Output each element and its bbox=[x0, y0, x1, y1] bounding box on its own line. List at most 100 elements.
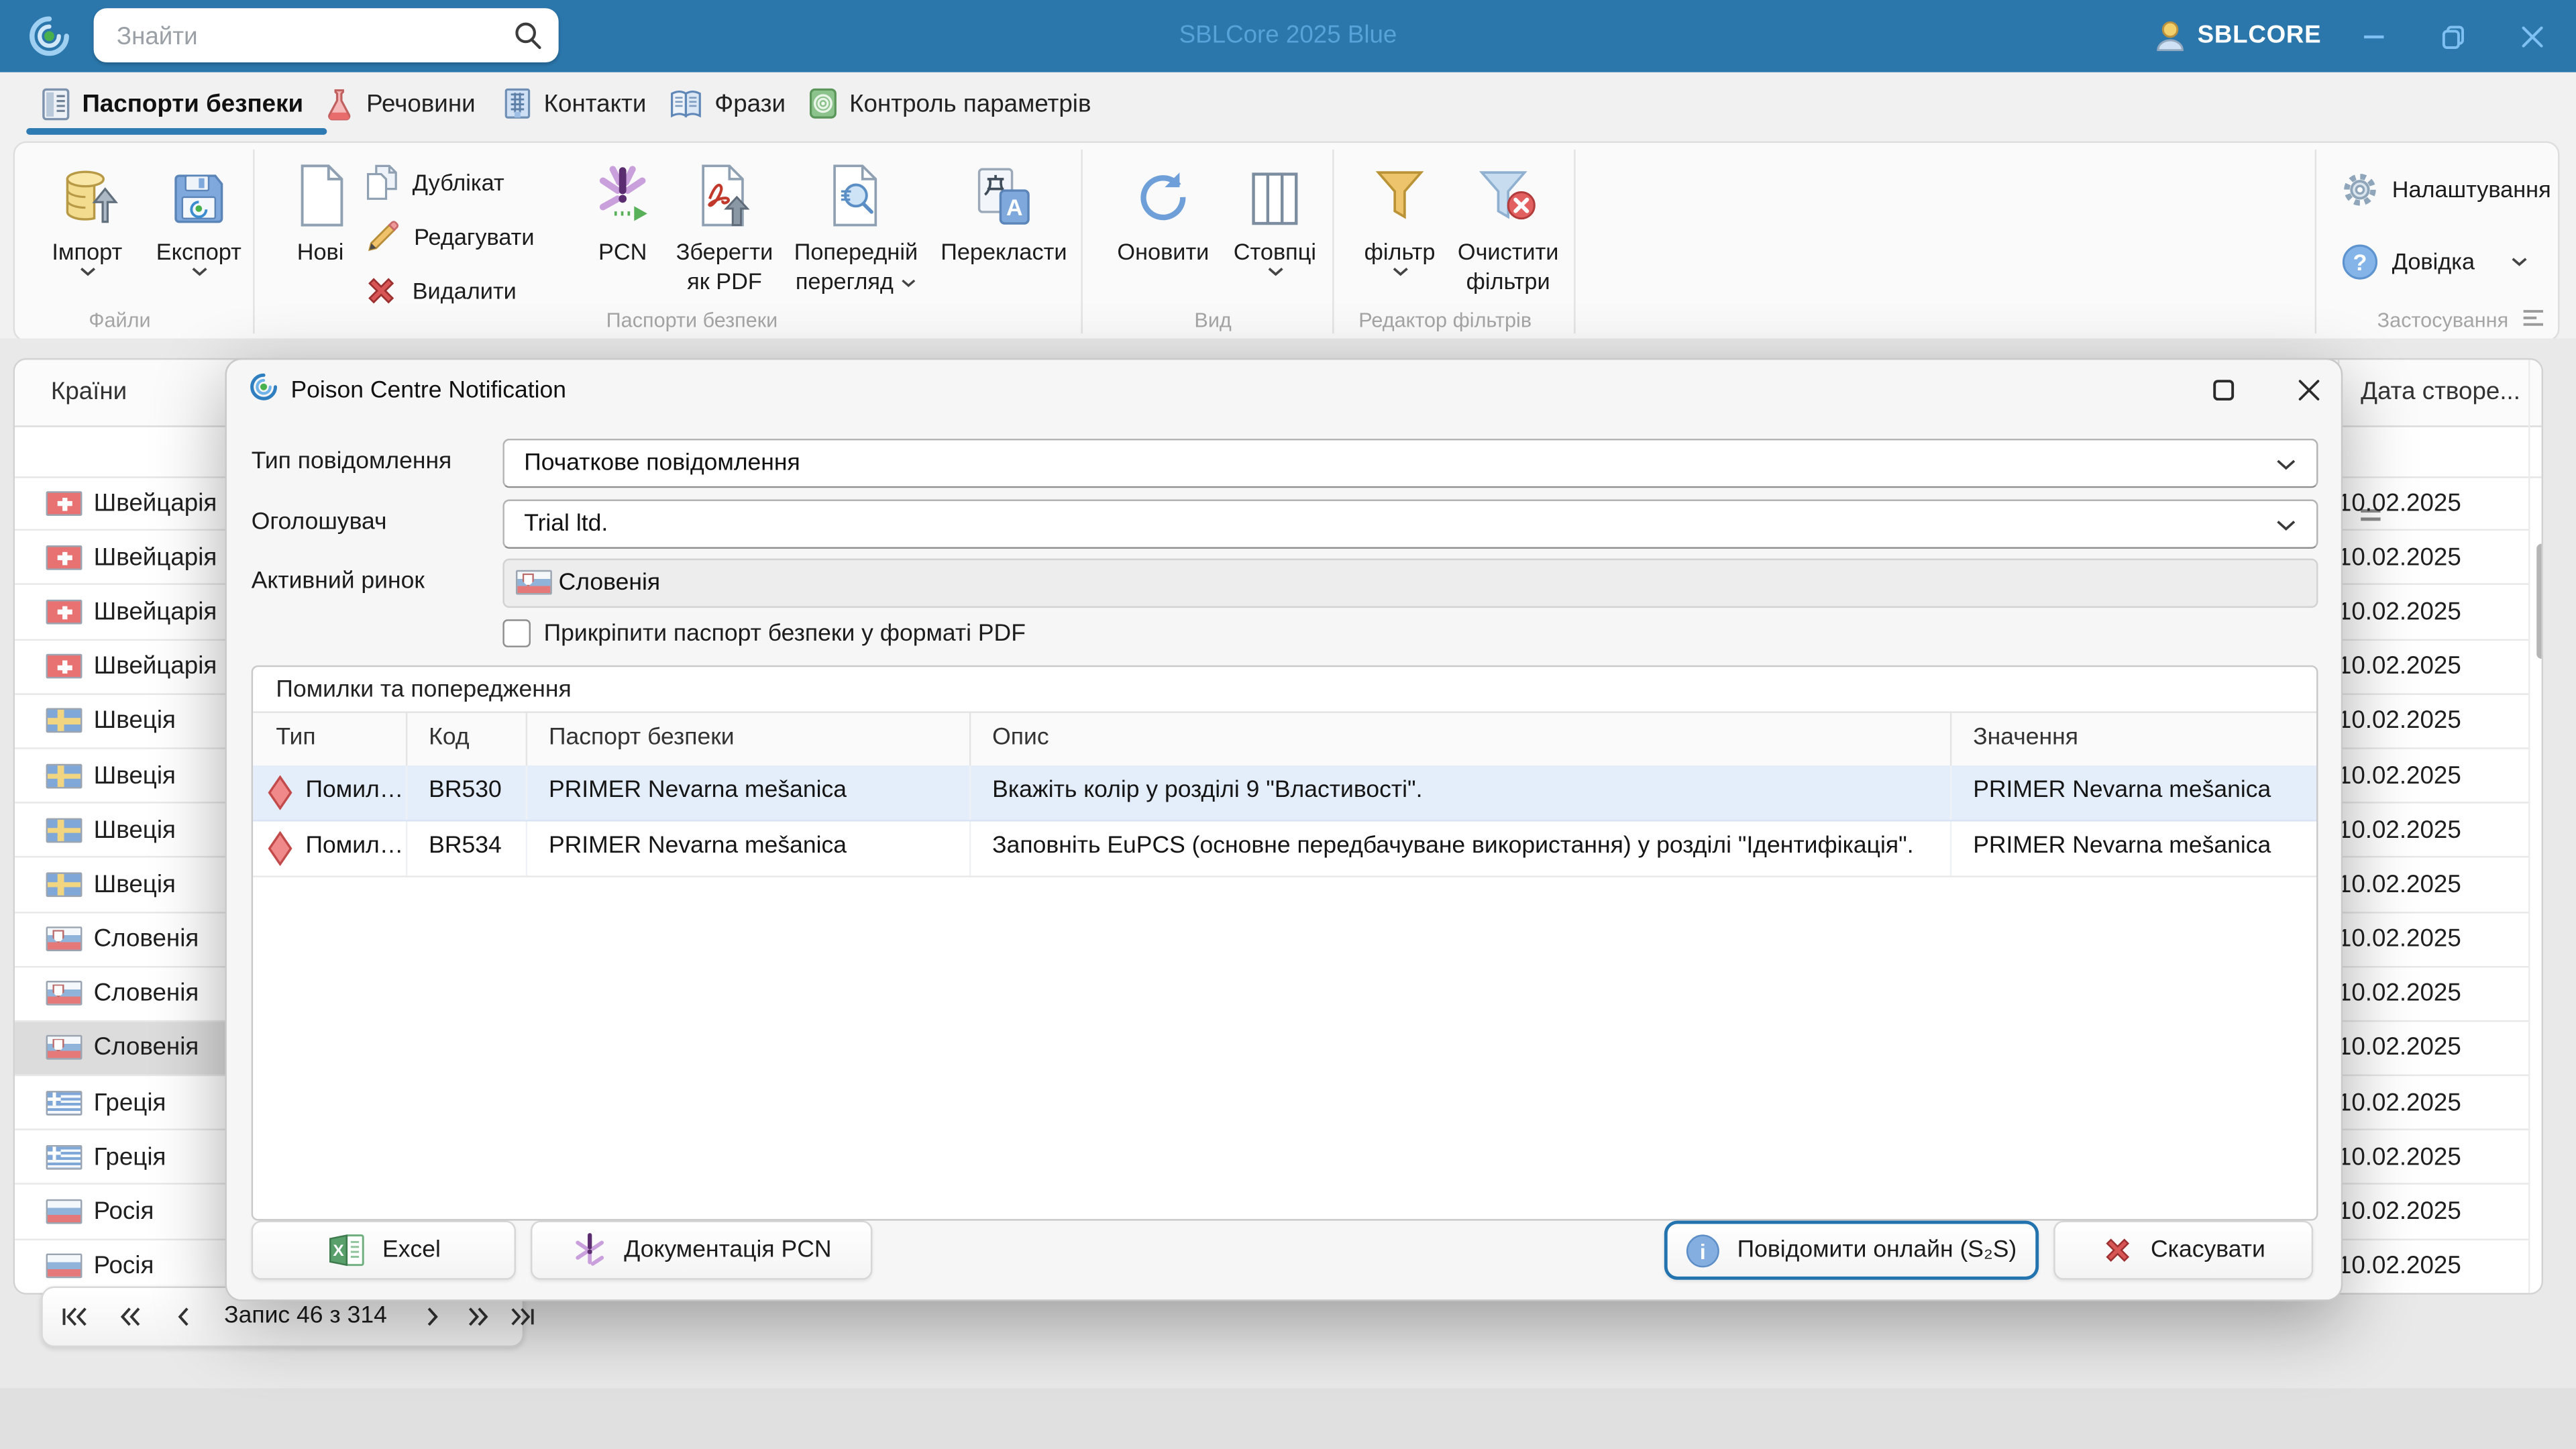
column-header-created-date[interactable]: Дата створе... bbox=[2361, 378, 2520, 406]
new-label: Нові bbox=[297, 238, 344, 265]
date-row[interactable]: 10.02.2025 bbox=[2337, 531, 2528, 586]
export-button[interactable]: Експорт bbox=[140, 153, 258, 311]
status-strip bbox=[0, 1388, 2576, 1449]
country-name: Росія bbox=[93, 1197, 154, 1226]
vertical-scrollbar[interactable] bbox=[2536, 543, 2542, 659]
settings-button[interactable]: Налаштування bbox=[2341, 169, 2551, 209]
user-avatar-icon[interactable] bbox=[2151, 16, 2190, 56]
info-icon: i bbox=[1686, 1233, 1721, 1267]
tab-label: Контроль параметрів bbox=[849, 89, 1091, 118]
duplicate-button[interactable]: Дублікат bbox=[363, 162, 504, 202]
date-row[interactable]: 10.02.2025 bbox=[2337, 640, 2528, 695]
pcn-documentation-button[interactable]: Документація PCN bbox=[531, 1220, 873, 1280]
help-button[interactable]: ? Довідка bbox=[2341, 241, 2529, 281]
active-market-field: Словенія bbox=[502, 558, 2318, 608]
date-row[interactable]: 10.02.2025 bbox=[2337, 1185, 2528, 1240]
help-label: Довідка bbox=[2392, 248, 2475, 274]
col-header-description[interactable]: Опис bbox=[992, 724, 1049, 751]
date-row[interactable]: 10.02.2025 bbox=[2337, 967, 2528, 1022]
date-row[interactable]: 10.02.2025 bbox=[2337, 858, 2528, 913]
date-row[interactable]: 10.02.2025 bbox=[2337, 1240, 2528, 1293]
notify-online-button[interactable]: i Повідомити онлайн (S₂S) bbox=[1664, 1220, 2039, 1280]
col-header-value[interactable]: Значення bbox=[1973, 724, 2078, 751]
col-header-type[interactable]: Тип bbox=[276, 724, 315, 751]
import-database-icon bbox=[56, 156, 118, 229]
col-header-sds[interactable]: Паспорт безпеки bbox=[549, 724, 735, 751]
pcn-dialog: Poison Centre Notification Тип повідомле… bbox=[225, 358, 2343, 1301]
tab-contacts[interactable]: Контакти bbox=[502, 72, 646, 135]
attach-pdf-checkbox[interactable] bbox=[502, 619, 531, 647]
error-sds: PRIMER Nevarna mešanica bbox=[548, 777, 847, 804]
date-value: 10.02.2025 bbox=[2337, 652, 2461, 681]
date-row[interactable]: 10.02.2025 bbox=[2337, 694, 2528, 749]
close-button[interactable] bbox=[2494, 0, 2570, 72]
date-row[interactable]: 10.02.2025 bbox=[2337, 804, 2528, 859]
date-row[interactable]: 10.02.2025 bbox=[2337, 476, 2528, 531]
tab-parameter-control[interactable]: Контроль параметрів bbox=[808, 72, 1091, 135]
date-row[interactable]: 10.02.2025 bbox=[2337, 749, 2528, 804]
tab-label: Паспорти безпеки bbox=[82, 89, 304, 118]
restore-button[interactable] bbox=[2415, 0, 2491, 72]
errors-rows: Помил… BR530 PRIMER Nevarna mešanica Вка… bbox=[253, 765, 2317, 877]
prev-page-button[interactable] bbox=[112, 1299, 148, 1332]
save-as-pdf-button[interactable]: Зберегти як PDF bbox=[665, 153, 784, 311]
country-name: Швейцарія bbox=[93, 488, 217, 517]
notifier-select[interactable]: Trial ltd. bbox=[502, 499, 2318, 549]
preview-button[interactable]: Попередній перегляд bbox=[794, 153, 918, 311]
date-value: 10.02.2025 bbox=[2337, 870, 2461, 899]
tab-phrases[interactable]: Фрази bbox=[669, 72, 786, 135]
date-row[interactable]: 10.02.2025 bbox=[2337, 1131, 2528, 1185]
date-row[interactable]: 10.02.2025 bbox=[2337, 1076, 2528, 1131]
next-record-button[interactable] bbox=[414, 1299, 450, 1332]
record-counter: Запис 46 з 314 bbox=[224, 1303, 387, 1330]
cancel-button[interactable]: Скасувати bbox=[2053, 1220, 2314, 1280]
errors-warnings-box: Помилки та попередження Тип Код Паспорт … bbox=[251, 665, 2318, 1221]
error-row[interactable]: Помил… BR534 PRIMER Nevarna mešanica Зап… bbox=[253, 821, 2317, 877]
group-options-icon[interactable] bbox=[2522, 309, 2544, 327]
chevron-down-icon bbox=[1267, 268, 1283, 276]
clear-filters-label: Очистити фільтри bbox=[1457, 238, 1559, 294]
tab-substances[interactable]: Речовини bbox=[323, 72, 476, 135]
country-name: Словенія bbox=[93, 925, 199, 953]
pcn-documentation-label: Документація PCN bbox=[624, 1237, 832, 1264]
country-name: Швейцарія bbox=[93, 652, 217, 681]
excel-button[interactable]: X Excel bbox=[251, 1220, 516, 1280]
translate-button[interactable]: A Перекласти bbox=[941, 153, 1067, 311]
target-icon bbox=[809, 88, 837, 119]
country-flag-icon bbox=[46, 981, 83, 1006]
date-row[interactable]: 10.02.2025 bbox=[2337, 1022, 2528, 1077]
pcn-button[interactable]: PCN bbox=[564, 153, 682, 311]
filter-button[interactable]: фільтр bbox=[1340, 153, 1458, 311]
country-flag-icon bbox=[46, 1090, 83, 1116]
error-type: Помил… bbox=[305, 777, 404, 804]
date-row[interactable]: 10.02.2025 bbox=[2337, 912, 2528, 967]
refresh-button[interactable]: Оновити bbox=[1104, 153, 1222, 311]
minimize-button[interactable] bbox=[2336, 0, 2412, 72]
dialog-close-button[interactable] bbox=[2284, 368, 2332, 411]
country-name: Греція bbox=[93, 1088, 166, 1117]
clear-filters-button[interactable]: Очистити фільтри bbox=[1449, 153, 1567, 311]
logged-in-user[interactable]: SBLCORE bbox=[2198, 21, 2322, 50]
chevron-down-icon bbox=[901, 279, 915, 288]
attach-pdf-label: Прикріпити паспорт безпеки у форматі PDF bbox=[543, 621, 1026, 647]
import-button[interactable]: Імпорт bbox=[28, 153, 146, 311]
date-row[interactable]: 10.02.2025 bbox=[2337, 586, 2528, 641]
col-header-code[interactable]: Код bbox=[429, 724, 469, 751]
dialog-title: Poison Centre Notification bbox=[290, 378, 567, 405]
first-record-button[interactable] bbox=[56, 1299, 92, 1332]
export-label: Експорт bbox=[156, 238, 241, 265]
error-description: Вкажіть колір у розділі 9 "Властивості". bbox=[992, 777, 1423, 804]
delete-button[interactable]: Видалити bbox=[363, 271, 517, 311]
columns-button[interactable]: Стовпці bbox=[1216, 153, 1334, 311]
tab-safety-data-sheets[interactable]: Паспорти безпеки bbox=[26, 72, 327, 135]
last-record-button[interactable] bbox=[509, 1299, 535, 1332]
active-tab-underline bbox=[26, 128, 327, 135]
notification-type-select[interactable]: Початкове повідомлення bbox=[502, 438, 2318, 488]
prev-record-button[interactable] bbox=[164, 1299, 201, 1332]
edit-button[interactable]: Редагувати bbox=[363, 217, 535, 256]
new-button[interactable]: Нові bbox=[261, 153, 379, 311]
gear-icon bbox=[2344, 172, 2376, 205]
dialog-maximize-button[interactable] bbox=[2198, 368, 2247, 411]
error-row[interactable]: Помил… BR530 PRIMER Nevarna mešanica Вка… bbox=[253, 765, 2317, 822]
column-header-countries[interactable]: Країни bbox=[51, 378, 127, 406]
